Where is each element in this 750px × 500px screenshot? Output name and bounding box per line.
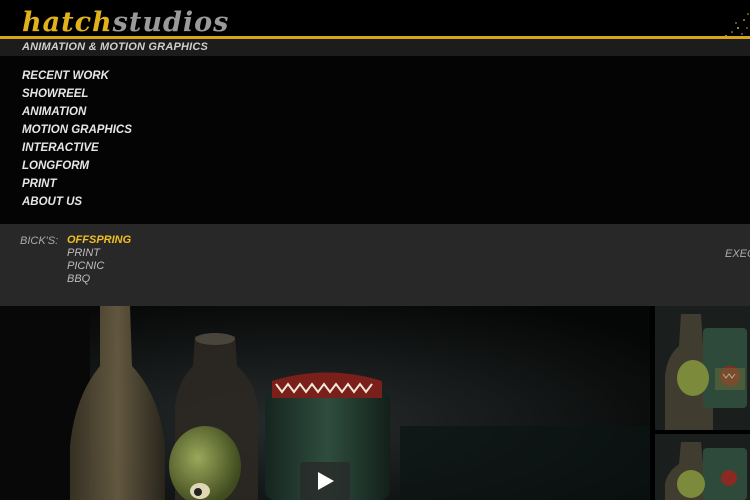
- thumbnail-image: [655, 434, 750, 500]
- main-nav: RECENT WORK SHOWREEL ANIMATION MOTION GR…: [0, 56, 750, 224]
- nav-item-showreel[interactable]: SHOWREEL: [22, 85, 132, 103]
- site-logo[interactable]: hatchstudios: [22, 8, 229, 38]
- nav-list: RECENT WORK SHOWREEL ANIMATION MOTION GR…: [22, 67, 132, 211]
- project-item-list: OFFSPRING PRINT PICNIC BBQ: [67, 234, 131, 286]
- exec-label: EXEC: [725, 248, 750, 260]
- client-label: BICK'S:: [20, 235, 59, 247]
- tagline: ANIMATION & MOTION GRAPHICS: [22, 41, 209, 53]
- header: hatchstudios ANIMATION & MOTION GRAPHICS: [0, 0, 750, 56]
- nav-item-longform[interactable]: LONGFORM: [22, 157, 132, 175]
- nav-item-print[interactable]: PRINT: [22, 175, 132, 193]
- project-item-picnic[interactable]: PICNIC: [67, 260, 131, 273]
- tagline-bar: ANIMATION & MOTION GRAPHICS: [0, 39, 750, 56]
- project-item-offspring[interactable]: OFFSPRING: [67, 234, 131, 247]
- play-button[interactable]: [300, 462, 350, 500]
- thumbnail-1[interactable]: [655, 306, 750, 430]
- logo-studios: studios: [112, 7, 230, 38]
- project-item-print[interactable]: PRINT: [67, 247, 131, 260]
- nav-item-motion-graphics[interactable]: MOTION GRAPHICS: [22, 121, 132, 139]
- video-player[interactable]: [0, 306, 650, 500]
- sparkle-decoration-icon: [725, 13, 749, 37]
- thumbnail-image: [655, 306, 750, 430]
- logo-hatch: hatch: [22, 7, 113, 38]
- play-icon: [318, 472, 334, 490]
- nav-item-recent-work[interactable]: RECENT WORK: [22, 67, 132, 85]
- nav-item-about-us[interactable]: ABOUT US: [22, 193, 132, 211]
- project-subnav: BICK'S: OFFSPRING PRINT PICNIC BBQ EXEC: [0, 224, 750, 306]
- project-item-bbq[interactable]: BBQ: [67, 273, 131, 286]
- thumbnail-strip: [655, 306, 750, 500]
- thumbnail-2[interactable]: [655, 434, 750, 500]
- media-area: [0, 306, 750, 500]
- nav-item-animation[interactable]: ANIMATION: [22, 103, 132, 121]
- nav-item-interactive[interactable]: INTERACTIVE: [22, 139, 132, 157]
